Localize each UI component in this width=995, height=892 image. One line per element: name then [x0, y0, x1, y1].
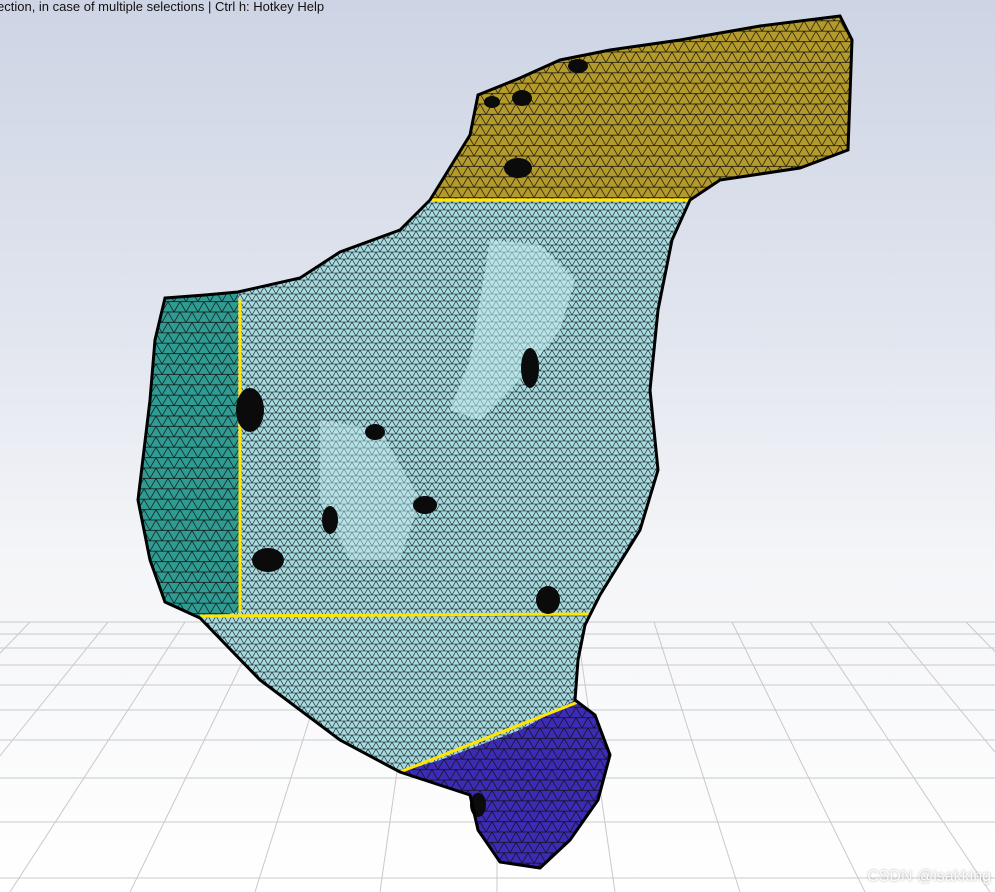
mesh-zone-outlet[interactable]: [430, 16, 852, 200]
watermark-text: CSDN @isakking: [867, 868, 991, 885]
graphics-viewport[interactable]: ection, in case of multiple selections |…: [0, 0, 995, 892]
mesh-zone-main-body[interactable]: [200, 200, 690, 772]
mesh-scene[interactable]: [0, 0, 995, 892]
